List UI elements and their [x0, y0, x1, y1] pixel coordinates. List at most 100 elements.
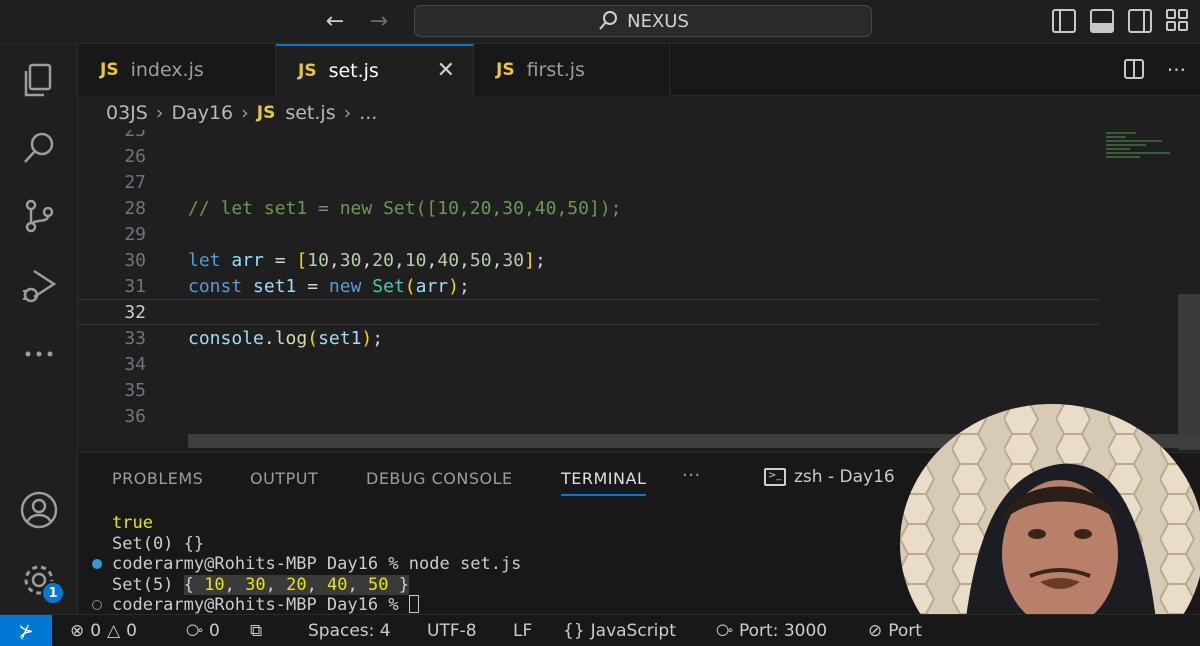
- split-editor-icon[interactable]: [1123, 58, 1145, 80]
- port-status[interactable]: ⊘ Port: [868, 621, 922, 641]
- chevron-right-icon: ›: [343, 102, 352, 124]
- port-trunc-label: Port: [888, 621, 922, 641]
- breadcrumb-folder[interactable]: Day16: [171, 102, 233, 124]
- code-line: 25: [78, 130, 1100, 143]
- minimap[interactable]: [1106, 130, 1178, 190]
- editor-actions: ···: [1123, 58, 1186, 82]
- tab-first-js[interactable]: JS first.js: [474, 44, 670, 96]
- debug-status[interactable]: ⧉: [250, 621, 262, 641]
- line-number: 29: [124, 223, 146, 245]
- code-editor[interactable]: 25 26 27 28 // let set1 = new Set([10,20…: [78, 130, 1200, 450]
- toggle-primary-sidebar-icon[interactable]: [1052, 9, 1076, 33]
- live-server-status[interactable]: ⧂ Port: 3000: [716, 621, 827, 641]
- arrow-left-icon[interactable]: ←: [320, 8, 350, 36]
- terminal-icon: >_: [764, 468, 786, 486]
- terminal-prompt: coderarmy@Rohits-MBP Day16 %: [112, 595, 409, 615]
- toggle-panel-icon[interactable]: [1090, 9, 1114, 33]
- ports-status[interactable]: ⧂ 0: [186, 621, 220, 641]
- vertical-scrollbar[interactable]: [1178, 294, 1200, 450]
- explorer-icon[interactable]: [19, 60, 59, 100]
- tab-label: index.js: [130, 59, 204, 81]
- command-center-search[interactable]: NEXUS: [414, 5, 872, 37]
- command-pending-dot[interactable]: [92, 600, 102, 610]
- warning-icon: △: [107, 621, 121, 641]
- line-number: 33: [124, 327, 146, 349]
- editor-tab-bar: JS index.js JS set.js ✕ JS first.js ···: [78, 44, 1200, 96]
- ports-count: 0: [209, 621, 220, 641]
- remote-icon[interactable]: ⊁: [0, 615, 52, 646]
- line-number: 26: [124, 145, 146, 167]
- chevron-right-icon: ›: [155, 102, 164, 124]
- breadcrumb-file[interactable]: set.js: [285, 102, 335, 124]
- encoding-status[interactable]: UTF-8: [427, 621, 477, 641]
- code-line: 33 console.log(set1);: [78, 325, 1100, 351]
- terminal-line: true: [112, 513, 153, 533]
- tab-label: set.js: [328, 60, 379, 82]
- account-icon[interactable]: [19, 490, 59, 530]
- run-debug-icon[interactable]: [19, 266, 59, 306]
- tab-problems[interactable]: PROBLEMS: [112, 469, 203, 488]
- code-line: 30 let arr = [10,30,20,10,40,50,30];: [78, 247, 1100, 273]
- arrow-right-icon[interactable]: →: [364, 8, 394, 36]
- error-icon: ⊗: [70, 621, 85, 641]
- current-line: 32: [78, 299, 1100, 325]
- line-number: 30: [124, 249, 146, 271]
- terminal-name: zsh - Day16: [794, 467, 895, 487]
- code-text: // let set1 = new Set([10,20,30,40,50]);: [188, 197, 622, 219]
- error-count: 0: [90, 621, 102, 641]
- tab-index-js[interactable]: JS index.js: [78, 44, 276, 96]
- problems-status[interactable]: ⊗ 0 △ 0: [70, 621, 137, 641]
- code-line: 31 const set1 = new Set(arr);: [78, 273, 1100, 299]
- more-tabs-icon[interactable]: ···: [682, 465, 701, 486]
- code-line: 35: [78, 377, 1100, 403]
- debug-icon: ⧉: [250, 621, 263, 641]
- search-icon: [599, 11, 618, 30]
- settings-update-badge: 1: [41, 581, 65, 605]
- warning-count: 0: [126, 621, 137, 641]
- search-icon[interactable]: [19, 128, 59, 168]
- terminal-output[interactable]: true Set(0) {} coderarmy@Rohits-MBP Day1…: [112, 513, 521, 616]
- tab-debug-console[interactable]: DEBUG CONSOLE: [366, 469, 513, 488]
- line-number: 27: [124, 171, 146, 193]
- source-control-icon[interactable]: [19, 196, 59, 236]
- more-actions-icon[interactable]: ···: [1167, 58, 1186, 82]
- code-line: 26: [78, 143, 1100, 169]
- breadcrumb-symbol[interactable]: ...: [359, 102, 377, 124]
- line-number: 35: [124, 379, 146, 401]
- prohibited-icon: ⊘: [868, 621, 883, 641]
- tab-terminal[interactable]: TERMINAL: [561, 469, 647, 496]
- language-label: JavaScript: [590, 621, 676, 641]
- tab-set-js[interactable]: JS set.js ✕: [276, 44, 474, 96]
- toggle-secondary-sidebar-icon[interactable]: [1128, 9, 1152, 33]
- more-icon[interactable]: [19, 334, 59, 374]
- terminal-line: Set(5): [112, 574, 184, 595]
- status-bar: ⊁ ⊗ 0 △ 0 ⧂ 0 ⧉ Spaces: 4 UTF-8 LF {} Ja…: [0, 614, 1200, 646]
- line-number: 32: [124, 301, 146, 323]
- language-status[interactable]: {} JavaScript: [563, 621, 676, 641]
- code-text: const set1 = new Set(arr);: [188, 275, 470, 297]
- chevron-right-icon: ›: [241, 102, 249, 124]
- indentation-status[interactable]: Spaces: 4: [308, 621, 391, 641]
- js-file-icon: JS: [496, 60, 515, 80]
- terminal-selector[interactable]: >_ zsh - Day16: [764, 467, 895, 487]
- code-line: 27: [78, 169, 1100, 195]
- terminal-line: Set(0) {}: [112, 533, 205, 554]
- breadcrumb: 03JS › Day16 › JS set.js › ...: [78, 96, 1200, 130]
- customize-layout-icon[interactable]: [1166, 9, 1190, 33]
- title-bar: ← → NEXUS: [0, 0, 1200, 44]
- command-success-dot[interactable]: [92, 559, 102, 569]
- activity-bar: [0, 44, 78, 614]
- braces-icon: {}: [563, 621, 585, 641]
- eol-status[interactable]: LF: [513, 621, 532, 641]
- broadcast-icon: ⧂: [186, 621, 203, 641]
- terminal-set-output: { 10, 30, 20, 40, 50 }: [183, 574, 409, 595]
- broadcast-icon: ⧂: [716, 621, 733, 641]
- tab-output[interactable]: OUTPUT: [250, 469, 318, 488]
- terminal-line: coderarmy@Rohits-MBP Day16 % node set.js: [112, 554, 522, 574]
- breadcrumb-folder[interactable]: 03JS: [106, 102, 148, 124]
- code-text: console.log(set1);: [188, 327, 384, 349]
- close-icon[interactable]: ✕: [437, 58, 455, 83]
- line-number: 28: [124, 197, 146, 219]
- line-number: 36: [124, 405, 146, 427]
- code-text: let arr = [10,30,20,10,40,50,30];: [188, 249, 546, 271]
